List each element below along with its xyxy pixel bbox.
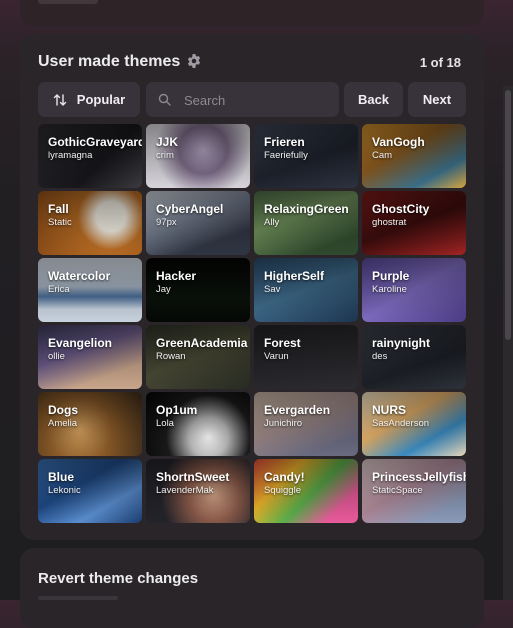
theme-grid: GothicGraveyard lyramagna JJK crim Frieren Fa… (38, 124, 467, 523)
theme-name: NURS (372, 403, 407, 417)
theme-name: GreenAcademia (156, 336, 248, 350)
theme-name: Candy! (264, 470, 305, 484)
revert-theme-content (38, 596, 118, 600)
theme-author: Squiggle (264, 485, 301, 496)
theme-name: Blue (48, 470, 75, 484)
theme-author: Lola (156, 418, 174, 429)
theme-tile[interactable]: Evergarden Junichiro (254, 392, 358, 456)
theme-author: Faeriefully (264, 150, 308, 161)
search-input[interactable] (182, 82, 336, 119)
theme-author: Sav (264, 284, 281, 295)
theme-tile[interactable]: CyberAngel 97px (146, 191, 250, 255)
theme-tile[interactable]: GothicGraveyard lyramagna (38, 124, 142, 188)
page-indicator: 1 of 18 (419, 55, 461, 70)
theme-name: RelaxingGreen (264, 202, 349, 216)
theme-author: 97px (156, 217, 177, 228)
theme-tile[interactable]: rainynight des (362, 325, 466, 389)
theme-tile[interactable]: Blue Lekonic (38, 459, 142, 523)
theme-toolbar: Popular Back Next (38, 82, 466, 119)
theme-author: lyramagna (48, 150, 93, 161)
theme-name: PrincessJellyfish (372, 470, 466, 484)
theme-author: Lekonic (48, 485, 81, 496)
back-button[interactable]: Back (344, 82, 403, 117)
theme-tile[interactable]: Evangelion ollie (38, 325, 142, 389)
theme-tile[interactable]: Hacker Jay (146, 258, 250, 322)
theme-name: GothicGraveyard (48, 135, 142, 149)
theme-tile[interactable]: GreenAcademia Rowan (146, 325, 250, 389)
theme-name: Fall (48, 202, 69, 216)
theme-name: Frieren (264, 135, 305, 149)
sort-label: Popular (76, 92, 126, 107)
section-title: User made themes (38, 53, 181, 70)
theme-name: JJK (156, 135, 179, 149)
revert-theme-title: Revert theme changes (38, 570, 199, 587)
theme-tile[interactable]: JJK crim (146, 124, 250, 188)
search-icon (158, 93, 171, 106)
theme-author: Rowan (156, 351, 186, 362)
theme-tile[interactable]: Forest Varun (254, 325, 358, 389)
theme-tile[interactable]: HigherSelf Sav (254, 258, 358, 322)
theme-tile[interactable]: RelaxingGreen Ally (254, 191, 358, 255)
theme-author: Jay (156, 284, 171, 295)
theme-tile[interactable]: NURS SasAnderson (362, 392, 466, 456)
theme-name: Op1um (156, 403, 198, 417)
theme-tile[interactable]: Frieren Faeriefully (254, 124, 358, 188)
theme-name: GhostCity (372, 202, 430, 216)
theme-name: HigherSelf (264, 269, 325, 283)
theme-author: Static (48, 217, 72, 228)
scrollbar-thumb[interactable] (505, 90, 511, 340)
theme-author: crim (156, 150, 174, 161)
theme-name: ShortnSweet (156, 470, 230, 484)
theme-author: Erica (48, 284, 70, 295)
search-box[interactable] (146, 82, 339, 119)
theme-name: Forest (264, 336, 301, 350)
theme-name: Dogs (48, 403, 78, 417)
theme-tile[interactable]: Purple Karoline (362, 258, 466, 322)
theme-tile[interactable]: Watercolor Erica (38, 258, 142, 322)
theme-name: rainynight (372, 336, 431, 350)
revert-theme-card: Revert theme changes (20, 548, 484, 628)
theme-author: SasAnderson (372, 418, 430, 429)
theme-author: Amelia (48, 418, 78, 429)
theme-name: Purple (372, 269, 410, 283)
theme-author: Junichiro (264, 418, 303, 429)
theme-author: LavenderMak (156, 485, 214, 496)
theme-author: des (372, 351, 388, 362)
theme-tile[interactable]: ShortnSweet LavenderMak (146, 459, 250, 523)
theme-tile[interactable]: VanGogh Cam (362, 124, 466, 188)
theme-name: Hacker (156, 269, 197, 283)
sort-button[interactable]: Popular (38, 82, 140, 117)
theme-name: VanGogh (372, 135, 425, 149)
theme-author: StaticSpace (372, 485, 423, 496)
theme-author: ollie (48, 351, 65, 362)
theme-tile[interactable]: GhostCity ghostrat (362, 191, 466, 255)
theme-name: Evergarden (264, 403, 331, 417)
theme-tile[interactable]: PrincessJellyfish StaticSpace (362, 459, 466, 523)
gear-icon[interactable] (186, 53, 202, 69)
theme-author: Varun (264, 351, 289, 362)
theme-name: Watercolor (48, 269, 111, 283)
theme-author: Karoline (372, 284, 407, 295)
sort-icon (53, 93, 66, 106)
theme-author: Ally (264, 217, 280, 228)
previous-section-content (38, 0, 98, 4)
theme-name: Evangelion (48, 336, 113, 350)
theme-name: CyberAngel (156, 202, 224, 216)
user-themes-card: User made themes 1 of 18 Popular Back Ne… (20, 34, 484, 540)
theme-tile[interactable]: Candy! Squiggle (254, 459, 358, 523)
theme-author: ghostrat (372, 217, 407, 228)
next-button[interactable]: Next (408, 82, 466, 117)
theme-tile[interactable]: Fall Static (38, 191, 142, 255)
theme-tile[interactable]: Op1um Lola (146, 392, 250, 456)
theme-tile[interactable]: Dogs Amelia (38, 392, 142, 456)
theme-author: Cam (372, 150, 393, 161)
previous-section-card (20, 0, 484, 26)
